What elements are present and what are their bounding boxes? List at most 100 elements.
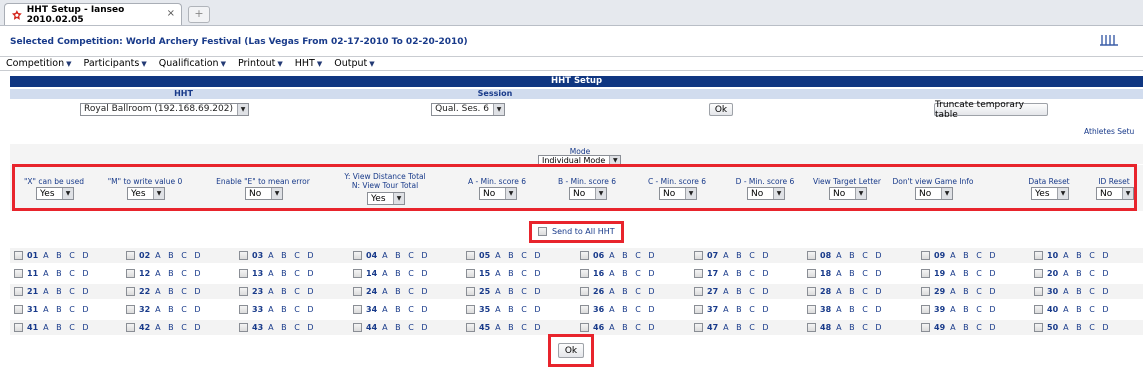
- target-item[interactable]: 35 A B C D: [466, 302, 543, 317]
- target-checkbox[interactable]: [807, 305, 816, 314]
- target-checkbox[interactable]: [921, 269, 930, 278]
- target-item[interactable]: 13 A B C D: [239, 266, 316, 281]
- menu-hht[interactable]: HHT ▼: [295, 58, 322, 69]
- target-letters[interactable]: A B C D: [1063, 251, 1111, 260]
- option-select[interactable]: No ▼: [1096, 187, 1134, 200]
- target-item[interactable]: 21 A B C D: [14, 284, 91, 299]
- menu-qualification[interactable]: Qualification ▼: [159, 58, 226, 69]
- target-checkbox[interactable]: [14, 305, 23, 314]
- option-select[interactable]: Yes ▼: [367, 192, 405, 205]
- target-item[interactable]: 09 A B C D: [921, 248, 998, 263]
- target-letters[interactable]: A B C D: [609, 287, 657, 296]
- target-checkbox[interactable]: [694, 323, 703, 332]
- target-letters[interactable]: A B C D: [155, 305, 203, 314]
- target-letters[interactable]: A B C D: [950, 269, 998, 278]
- target-letters[interactable]: A B C D: [43, 269, 91, 278]
- target-letters[interactable]: A B C D: [609, 251, 657, 260]
- target-checkbox[interactable]: [580, 251, 589, 260]
- target-item[interactable]: 06 A B C D: [580, 248, 657, 263]
- target-checkbox[interactable]: [126, 305, 135, 314]
- target-checkbox[interactable]: [694, 251, 703, 260]
- target-item[interactable]: 26 A B C D: [580, 284, 657, 299]
- target-letters[interactable]: A B C D: [43, 287, 91, 296]
- target-checkbox[interactable]: [466, 287, 475, 296]
- target-checkbox[interactable]: [580, 287, 589, 296]
- target-letters[interactable]: A B C D: [495, 251, 543, 260]
- target-item[interactable]: 23 A B C D: [239, 284, 316, 299]
- target-letters[interactable]: A B C D: [950, 287, 998, 296]
- target-item[interactable]: 25 A B C D: [466, 284, 543, 299]
- target-checkbox[interactable]: [1034, 287, 1043, 296]
- target-checkbox[interactable]: [126, 251, 135, 260]
- menu-participants[interactable]: Participants ▼: [84, 58, 147, 69]
- target-letters[interactable]: A B C D: [1063, 287, 1111, 296]
- target-item[interactable]: 38 A B C D: [807, 302, 884, 317]
- target-item[interactable]: 16 A B C D: [580, 266, 657, 281]
- target-item[interactable]: 30 A B C D: [1034, 284, 1111, 299]
- target-checkbox[interactable]: [353, 269, 362, 278]
- target-item[interactable]: 27 A B C D: [694, 284, 771, 299]
- target-checkbox[interactable]: [1034, 305, 1043, 314]
- target-checkbox[interactable]: [353, 287, 362, 296]
- target-item[interactable]: 41 A B C D: [14, 320, 91, 335]
- target-item[interactable]: 36 A B C D: [580, 302, 657, 317]
- option-select[interactable]: No ▼: [747, 187, 785, 200]
- target-item[interactable]: 10 A B C D: [1034, 248, 1111, 263]
- target-item[interactable]: 34 A B C D: [353, 302, 430, 317]
- target-checkbox[interactable]: [466, 269, 475, 278]
- option-select[interactable]: No ▼: [245, 187, 283, 200]
- target-letters[interactable]: A B C D: [609, 323, 657, 332]
- option-select[interactable]: No ▼: [915, 187, 953, 200]
- target-letters[interactable]: A B C D: [155, 287, 203, 296]
- target-letters[interactable]: A B C D: [268, 269, 316, 278]
- target-checkbox[interactable]: [466, 305, 475, 314]
- target-checkbox[interactable]: [807, 269, 816, 278]
- target-checkbox[interactable]: [694, 305, 703, 314]
- target-item[interactable]: 44 A B C D: [353, 320, 430, 335]
- option-select[interactable]: Yes ▼: [1031, 187, 1069, 200]
- target-checkbox[interactable]: [239, 323, 248, 332]
- target-letters[interactable]: A B C D: [950, 323, 998, 332]
- target-checkbox[interactable]: [807, 251, 816, 260]
- target-letters[interactable]: A B C D: [495, 305, 543, 314]
- target-checkbox[interactable]: [14, 269, 23, 278]
- target-item[interactable]: 49 A B C D: [921, 320, 998, 335]
- target-letters[interactable]: A B C D: [950, 305, 998, 314]
- target-letters[interactable]: A B C D: [495, 269, 543, 278]
- target-letters[interactable]: A B C D: [268, 305, 316, 314]
- ok-button[interactable]: Ok: [709, 103, 733, 116]
- target-checkbox[interactable]: [580, 323, 589, 332]
- target-letters[interactable]: A B C D: [43, 251, 91, 260]
- target-letters[interactable]: A B C D: [495, 287, 543, 296]
- target-letters[interactable]: A B C D: [836, 305, 884, 314]
- target-item[interactable]: 17 A B C D: [694, 266, 771, 281]
- target-letters[interactable]: A B C D: [1063, 323, 1111, 332]
- target-letters[interactable]: A B C D: [836, 323, 884, 332]
- target-letters[interactable]: A B C D: [382, 323, 430, 332]
- target-item[interactable]: 29 A B C D: [921, 284, 998, 299]
- target-item[interactable]: 02 A B C D: [126, 248, 203, 263]
- target-letters[interactable]: A B C D: [495, 323, 543, 332]
- target-item[interactable]: 45 A B C D: [466, 320, 543, 335]
- new-tab-button[interactable]: +: [188, 6, 210, 23]
- target-item[interactable]: 31 A B C D: [14, 302, 91, 317]
- target-item[interactable]: 24 A B C D: [353, 284, 430, 299]
- target-item[interactable]: 07 A B C D: [694, 248, 771, 263]
- target-checkbox[interactable]: [694, 287, 703, 296]
- target-checkbox[interactable]: [126, 323, 135, 332]
- target-item[interactable]: 48 A B C D: [807, 320, 884, 335]
- target-checkbox[interactable]: [694, 269, 703, 278]
- target-checkbox[interactable]: [466, 323, 475, 332]
- option-select[interactable]: Yes ▼: [127, 187, 165, 200]
- target-item[interactable]: 39 A B C D: [921, 302, 998, 317]
- target-letters[interactable]: A B C D: [723, 269, 771, 278]
- target-checkbox[interactable]: [14, 287, 23, 296]
- target-item[interactable]: 43 A B C D: [239, 320, 316, 335]
- target-item[interactable]: 15 A B C D: [466, 266, 543, 281]
- target-letters[interactable]: A B C D: [155, 251, 203, 260]
- target-letters[interactable]: A B C D: [950, 251, 998, 260]
- target-letters[interactable]: A B C D: [1063, 305, 1111, 314]
- target-checkbox[interactable]: [1034, 251, 1043, 260]
- target-letters[interactable]: A B C D: [382, 251, 430, 260]
- target-item[interactable]: 47 A B C D: [694, 320, 771, 335]
